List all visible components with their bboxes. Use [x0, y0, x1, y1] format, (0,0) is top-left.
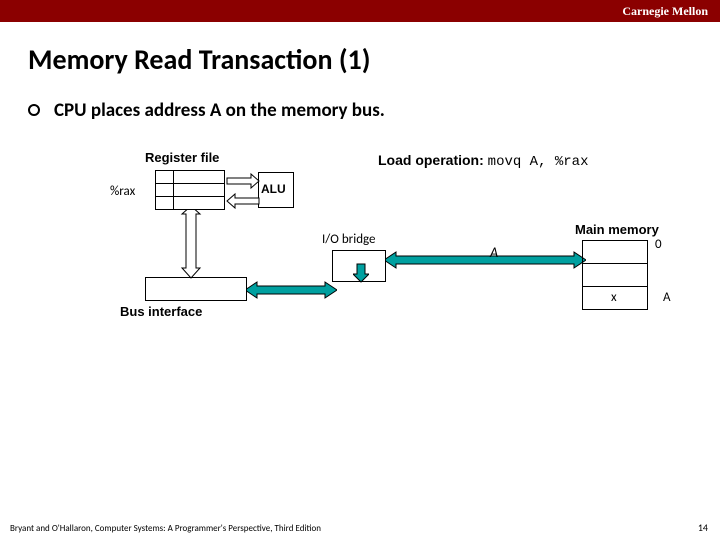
mem-addr-A: A — [663, 290, 671, 305]
bullet-text: CPU places address A on the memory bus. — [54, 99, 385, 122]
regfile-label: Register file — [145, 150, 219, 165]
load-op-label: Load operation: movq A, %rax — [378, 152, 589, 170]
regfile-divider — [173, 170, 174, 210]
header-bar: Carnegie Mellon — [0, 0, 720, 22]
register-file-box — [155, 170, 225, 210]
arrow-reg-alu — [225, 172, 260, 212]
bullet-row: CPU places address A on the memory bus. — [0, 77, 720, 122]
org-label: Carnegie Mellon — [622, 4, 708, 18]
alu-label: ALU — [261, 182, 286, 196]
io-bridge-label: I/O bridge — [322, 232, 376, 247]
bus-arrow-left — [247, 280, 337, 300]
bullet-icon — [28, 104, 40, 116]
footer-credit: Bryant and O'Hallaron, Computer Systems:… — [10, 523, 321, 534]
regfile-divider — [155, 196, 225, 197]
rax-label: %rax — [110, 184, 135, 199]
regfile-divider — [155, 183, 225, 184]
bus-value-A: A — [490, 244, 498, 261]
diagram: Register file %rax ALU Load operation: m… — [0, 142, 720, 402]
bus-interface-box — [145, 277, 247, 301]
memory-divider — [582, 263, 648, 264]
bus-interface-label: Bus interface — [120, 304, 202, 319]
load-op-prefix: Load operation: — [378, 152, 488, 168]
footer-page: 14 — [698, 521, 708, 534]
mem-addr-zero: 0 — [655, 237, 662, 252]
slide-title: Memory Read Transaction (1) — [0, 22, 720, 77]
mem-value-x: x — [611, 290, 617, 305]
memory-divider — [582, 286, 648, 287]
load-op-code: movq A, %rax — [488, 154, 589, 170]
arrow-reg-bus — [180, 210, 202, 280]
bus-arrow-right — [386, 250, 586, 270]
main-memory-label: Main memory — [575, 222, 659, 237]
bus-arrow-io-vert — [353, 254, 369, 284]
